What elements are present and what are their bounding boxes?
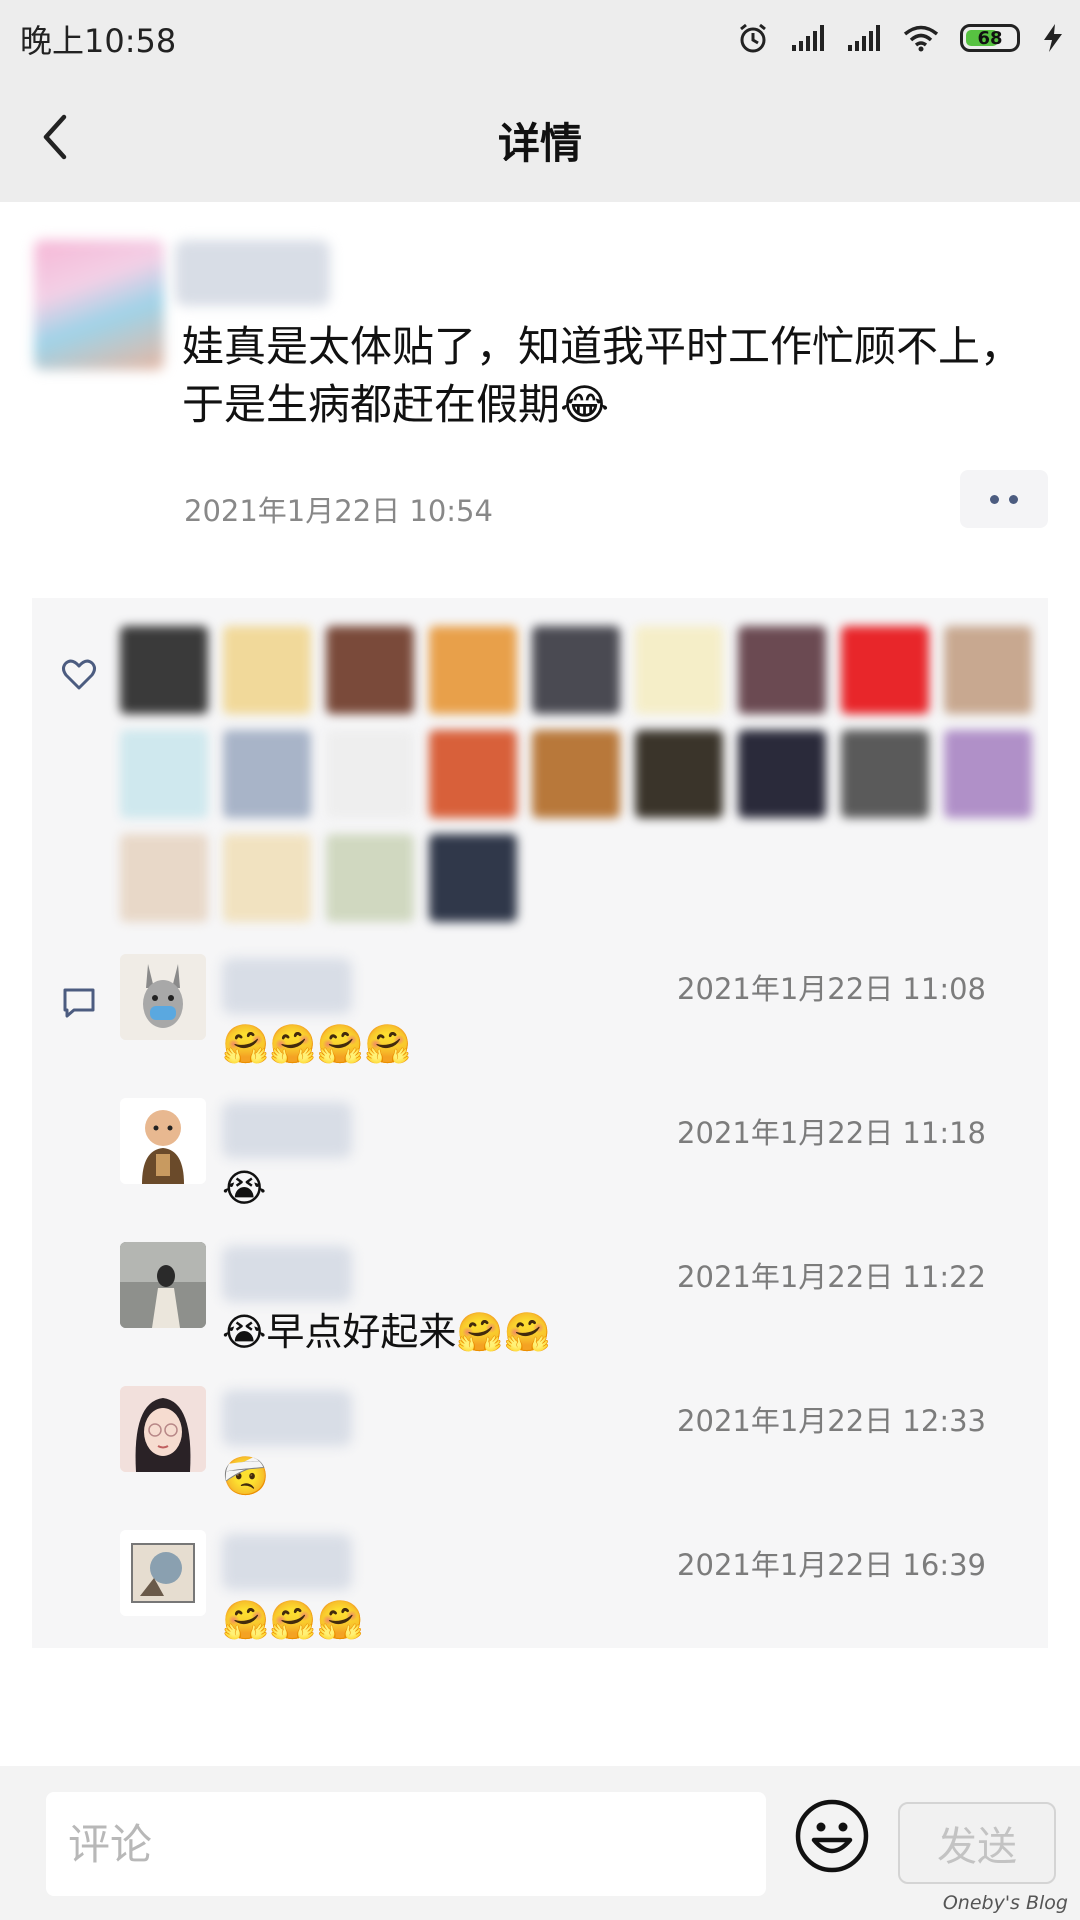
- heart-icon: [62, 659, 96, 690]
- comment-avatar[interactable]: [120, 1386, 206, 1472]
- commenter-name[interactable]: [222, 1534, 352, 1590]
- photo-avatar-image: [120, 1242, 206, 1328]
- comment-timestamp: 2021年1月22日 11:18: [677, 1116, 986, 1150]
- signal-icon: [792, 25, 824, 51]
- comment-composer-bar: 发送: [0, 1766, 1080, 1920]
- smiley-face-icon[interactable]: [792, 1796, 872, 1876]
- comment-timestamp: 2021年1月22日 11:22: [677, 1260, 986, 1294]
- more-dots-icon: [1009, 494, 1018, 504]
- comment-timestamp: 2021年1月22日 16:39: [677, 1548, 986, 1582]
- comment-item[interactable]: 2021年1月22日 11:22 😭早点好起来🤗🤗: [120, 1242, 1040, 1382]
- like-avatar[interactable]: [635, 626, 723, 714]
- comment-bubble-icon: [63, 988, 95, 1018]
- alarm-icon: [740, 23, 766, 53]
- like-avatar[interactable]: [429, 730, 517, 818]
- like-avatar[interactable]: [223, 834, 311, 922]
- signal-icon: [848, 25, 880, 51]
- comment-avatar[interactable]: [120, 1098, 206, 1184]
- battery-percentage: 68: [977, 27, 1003, 49]
- like-avatar[interactable]: [223, 730, 311, 818]
- like-avatar[interactable]: [841, 626, 929, 714]
- monk-avatar-image: [120, 1098, 206, 1184]
- comment-text: 🤕: [222, 1454, 270, 1498]
- like-avatar[interactable]: [429, 834, 517, 922]
- comment-text: 😭早点好起来🤗🤗: [222, 1310, 552, 1354]
- comment-timestamp: 2021年1月22日 12:33: [677, 1404, 986, 1438]
- like-avatar[interactable]: [944, 626, 1032, 714]
- like-avatar[interactable]: [841, 730, 929, 818]
- post-author-name[interactable]: [175, 240, 330, 306]
- send-button[interactable]: 发送: [898, 1802, 1056, 1884]
- post-text: 娃真是太体贴了，知道我平时工作忙顾不上，于是生病都赶在假期😂: [182, 322, 1023, 429]
- status-time: 晚上10:58: [20, 22, 177, 60]
- more-options-button[interactable]: [960, 470, 1048, 528]
- like-avatar[interactable]: [738, 626, 826, 714]
- status-bar: 晚上10:58 68: [0, 0, 1080, 72]
- like-avatar[interactable]: [326, 730, 414, 818]
- more-dots-icon: [990, 494, 999, 504]
- post-author-avatar[interactable]: [34, 240, 164, 370]
- wifi-icon: [903, 25, 939, 52]
- comment-item[interactable]: 2021年1月22日 11:18 😭: [120, 1098, 1040, 1238]
- comment-text: 😭: [222, 1166, 267, 1210]
- comment-timestamp: 2021年1月22日 11:08: [677, 972, 986, 1006]
- like-avatar[interactable]: [326, 834, 414, 922]
- comment-text: 🤗🤗🤗🤗: [222, 1022, 412, 1066]
- status-icons: 68: [736, 18, 1066, 58]
- comment-avatar[interactable]: [120, 954, 206, 1040]
- like-avatar[interactable]: [120, 730, 208, 818]
- girl-avatar-image: [120, 1386, 206, 1472]
- likes-avatar-grid: [120, 626, 1040, 922]
- painting-avatar-image: [120, 1530, 206, 1616]
- page-title: 详情: [497, 119, 582, 168]
- like-avatar[interactable]: [738, 730, 826, 818]
- comment-avatar[interactable]: [120, 1242, 206, 1328]
- like-avatar[interactable]: [326, 626, 414, 714]
- commenter-name[interactable]: [222, 958, 352, 1014]
- comment-text: 🤗🤗🤗: [222, 1598, 364, 1642]
- comment-item[interactable]: 2021年1月22日 12:33 🤕: [120, 1386, 1040, 1526]
- comment-avatar[interactable]: [120, 1530, 206, 1616]
- like-avatar[interactable]: [223, 626, 311, 714]
- like-avatar[interactable]: [429, 626, 517, 714]
- donkey-avatar-image: [120, 954, 206, 1040]
- like-avatar[interactable]: [532, 626, 620, 714]
- comment-item[interactable]: 2021年1月22日 16:39 🤗🤗🤗: [120, 1530, 1040, 1670]
- watermark: Oneby's Blog: [942, 1892, 1068, 1914]
- like-avatar[interactable]: [120, 626, 208, 714]
- comment-item[interactable]: 2021年1月22日 11:08 🤗🤗🤗🤗: [120, 954, 1040, 1094]
- charging-icon: [1044, 24, 1062, 52]
- like-avatar[interactable]: [532, 730, 620, 818]
- like-avatar[interactable]: [635, 730, 723, 818]
- navigation-bar: 详情: [0, 72, 1080, 202]
- battery-icon: 68: [960, 24, 1020, 52]
- interaction-panel: 2021年1月22日 11:08 🤗🤗🤗🤗 2021年1月22日 11:18 😭: [32, 598, 1048, 1648]
- post-timestamp: 2021年1月22日 10:54: [184, 494, 493, 528]
- commenter-name[interactable]: [222, 1102, 352, 1158]
- commenter-name[interactable]: [222, 1390, 352, 1446]
- comment-input[interactable]: [46, 1792, 766, 1896]
- commenter-name[interactable]: [222, 1246, 352, 1302]
- like-avatar[interactable]: [944, 730, 1032, 818]
- like-avatar[interactable]: [120, 834, 208, 922]
